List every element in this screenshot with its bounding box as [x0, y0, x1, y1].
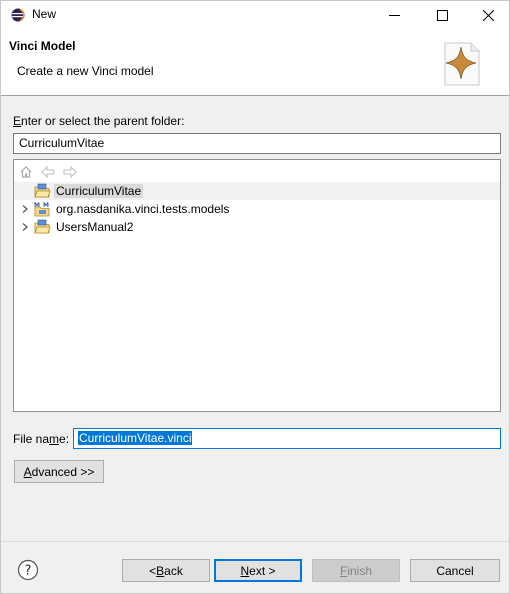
svg-text:M: M	[34, 202, 40, 209]
file-name-input[interactable]: CurriculumVitae.vinci	[73, 428, 501, 449]
wizard-banner: Vinci Model Create a new Vinci model	[1, 29, 509, 96]
tree-item-label: org.nasdanika.vinci.tests.models	[56, 202, 230, 216]
chevron-right-icon[interactable]	[20, 204, 30, 214]
tree-toolbar	[18, 164, 78, 180]
minimize-icon	[388, 14, 400, 16]
cancel-button[interactable]: Cancel	[410, 559, 500, 582]
close-icon	[482, 9, 494, 21]
next-button[interactable]: Next >	[214, 559, 302, 582]
wizard-page-description: Create a new Vinci model	[17, 64, 154, 78]
back-arrow-icon[interactable]	[40, 164, 56, 180]
window-title: New	[32, 7, 57, 21]
tree-items: CurriculumVitae M M org.nasdanika.vinci.…	[14, 182, 500, 236]
finish-button[interactable]: Finish	[312, 559, 400, 582]
tree-item-usersmanual2[interactable]: UsersManual2	[14, 218, 500, 236]
folder-tree[interactable]: CurriculumVitae M M org.nasdanika.vinci.…	[13, 159, 501, 412]
vinci-model-wizard-icon	[444, 42, 480, 86]
title-bar: New	[1, 1, 509, 29]
home-icon[interactable]	[18, 164, 34, 180]
forward-arrow-icon[interactable]	[62, 164, 78, 180]
tree-item-label: UsersManual2	[56, 220, 134, 234]
parent-folder-label: Enter or select the parent folder:	[13, 114, 185, 128]
eclipse-icon	[11, 8, 25, 22]
open-project-icon	[34, 183, 51, 198]
maximize-icon	[436, 9, 448, 21]
help-icon[interactable]: ?	[17, 559, 39, 581]
file-name-value: CurriculumVitae.vinci	[78, 431, 193, 445]
file-name-label: File name:	[13, 432, 70, 446]
svg-text:M: M	[43, 202, 49, 209]
tree-item-curriculumvitae[interactable]: CurriculumVitae	[14, 182, 500, 200]
tree-item-label: CurriculumVitae	[54, 184, 144, 198]
model-project-icon: M M	[34, 202, 50, 217]
advanced-button[interactable]: Advanced >>	[14, 460, 104, 483]
back-button[interactable]: < Back	[122, 559, 210, 582]
chevron-right-icon[interactable]	[20, 222, 30, 232]
open-project-icon	[34, 219, 51, 234]
button-bar-separator	[1, 541, 509, 542]
svg-text:?: ?	[25, 564, 32, 579]
new-wizard-dialog: New Vinci Model Create a new Vinci model…	[0, 0, 510, 594]
wizard-page-title: Vinci Model	[9, 39, 76, 53]
maximize-button[interactable]	[419, 1, 465, 29]
tree-item-org-nasdanika-vinci-tests-models[interactable]: M M org.nasdanika.vinci.tests.models	[14, 200, 500, 218]
minimize-button[interactable]	[371, 1, 417, 29]
close-button[interactable]	[465, 1, 510, 29]
parent-folder-input[interactable]: CurriculumVitae	[13, 133, 501, 154]
